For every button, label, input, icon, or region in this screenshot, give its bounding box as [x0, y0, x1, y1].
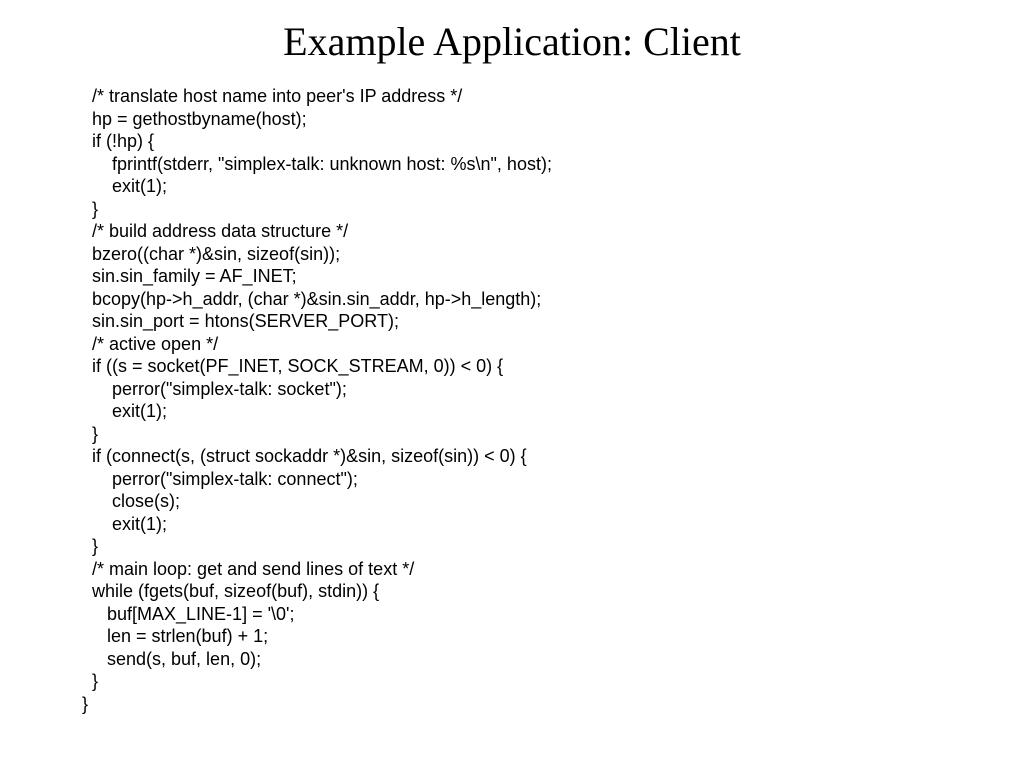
- page-title: Example Application: Client: [0, 0, 1024, 85]
- code-listing: /* translate host name into peer's IP ad…: [0, 85, 1024, 715]
